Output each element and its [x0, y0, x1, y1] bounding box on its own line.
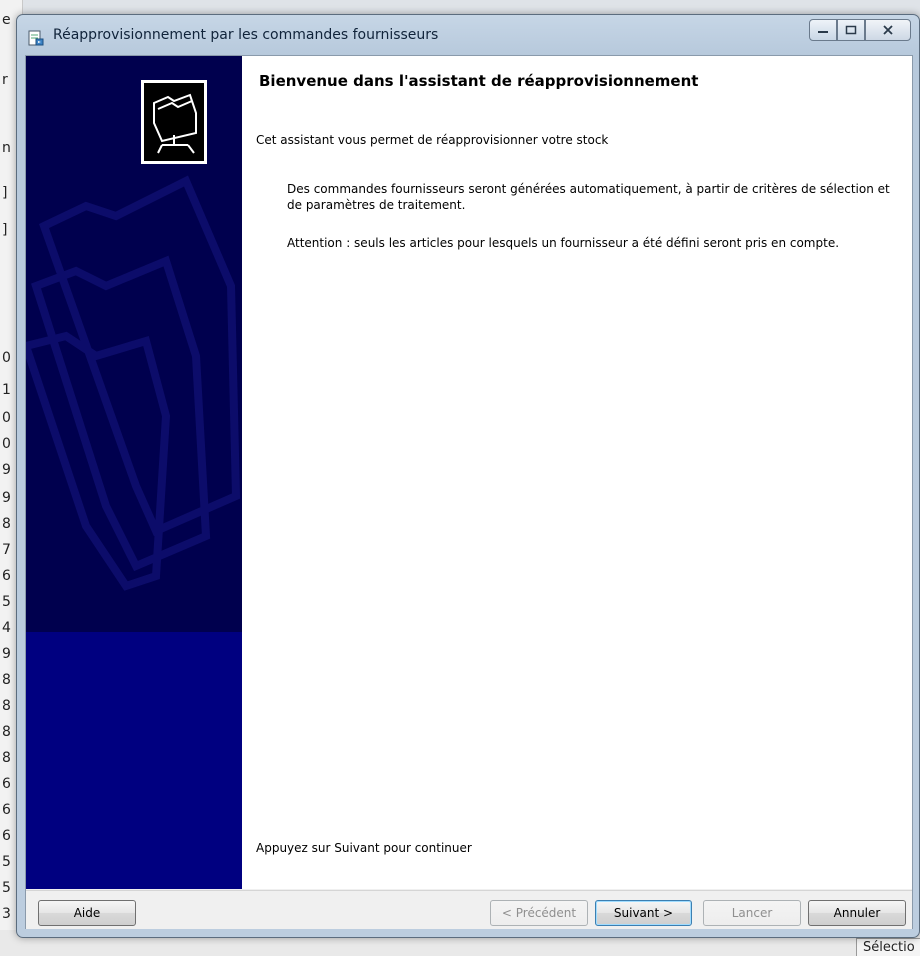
background-char: 3: [2, 906, 11, 922]
background-char: 1: [2, 382, 11, 398]
previous-button[interactable]: < Précédent: [490, 900, 588, 926]
button-bar: Aide < Précédent Suivant > Lancer Annule…: [26, 890, 912, 929]
background-char: 0: [2, 410, 11, 426]
cancel-button[interactable]: Annuler: [808, 900, 906, 926]
page-title: Bienvenue dans l'assistant de réapprovis…: [259, 72, 699, 90]
close-button[interactable]: [865, 19, 911, 41]
background-char: 8: [2, 750, 11, 766]
background-char: 6: [2, 776, 11, 792]
description-paragraph: Des commandes fournisseurs seront généré…: [287, 182, 890, 212]
background-char: 0: [2, 350, 11, 366]
background-char: e: [2, 12, 11, 28]
background-char: ]: [2, 222, 8, 238]
background-char: ]: [2, 185, 8, 201]
help-button[interactable]: Aide: [38, 900, 136, 926]
folders-watermark-icon: [26, 175, 241, 591]
minimize-icon: [818, 31, 828, 33]
background-char: 4: [2, 620, 11, 636]
wizard-client-area: Bienvenue dans l'assistant de réapprovis…: [25, 55, 913, 929]
background-char: 0: [2, 436, 11, 452]
background-char: 8: [2, 724, 11, 740]
launch-button[interactable]: Lancer: [703, 900, 801, 926]
background-char: 9: [2, 490, 11, 506]
maximize-icon: [845, 25, 857, 35]
maximize-button[interactable]: [837, 19, 865, 41]
background-char: n: [2, 140, 11, 156]
close-icon: [883, 25, 893, 35]
window-title: Réapprovisionnement par les commandes fo…: [53, 27, 439, 43]
background-char: 8: [2, 698, 11, 714]
background-char: 6: [2, 828, 11, 844]
next-button[interactable]: Suivant >: [595, 900, 692, 926]
warning-paragraph: Attention : seuls les articles pour lesq…: [287, 236, 840, 250]
background-selection-label: Sélectio: [856, 938, 920, 956]
background-char: 6: [2, 568, 11, 584]
continue-hint: Appuyez sur Suivant pour continuer: [256, 841, 472, 855]
background-char: 7: [2, 542, 11, 558]
background-char: 8: [2, 672, 11, 688]
wizard-content: Bienvenue dans l'assistant de réapprovis…: [242, 56, 912, 889]
background-char: 9: [2, 646, 11, 662]
wizard-window: Réapprovisionnement par les commandes fo…: [16, 14, 920, 938]
minimize-button[interactable]: [809, 19, 837, 41]
background-char: 6: [2, 802, 11, 818]
intro-text: Cet assistant vous permet de réapprovisi…: [256, 133, 609, 147]
background-char: r: [2, 72, 8, 88]
background-char: 8: [2, 516, 11, 532]
background-char: 5: [2, 854, 11, 870]
folder-network-icon: [141, 80, 207, 164]
background-char: 5: [2, 880, 11, 896]
background-char: 9: [2, 462, 11, 478]
wizard-sidebar: [26, 56, 242, 889]
window-controls: [809, 19, 911, 41]
title-bar[interactable]: Réapprovisionnement par les commandes fo…: [17, 15, 919, 55]
wizard-sidebar-lower: [26, 632, 242, 889]
app-document-icon: [28, 30, 44, 46]
background-char: 5: [2, 594, 11, 610]
